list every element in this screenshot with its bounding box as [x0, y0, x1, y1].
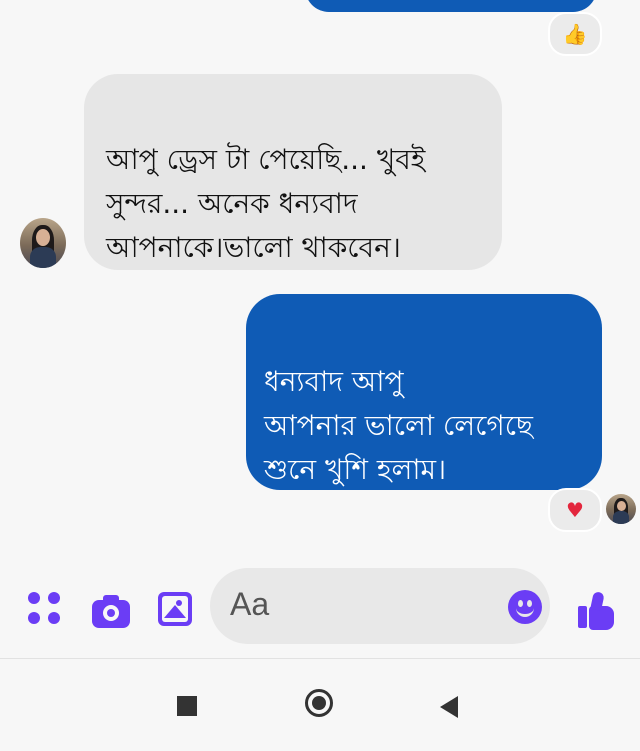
- gallery-icon[interactable]: [158, 592, 192, 626]
- apps-icon[interactable]: [28, 592, 62, 626]
- contact-avatar[interactable]: [20, 218, 66, 268]
- seen-avatar: [606, 494, 636, 524]
- heart-reaction-badge[interactable]: ♥: [548, 488, 602, 532]
- system-nav-bar: [0, 658, 640, 751]
- emoji-icon[interactable]: [508, 590, 542, 624]
- like-reaction-badge[interactable]: 👍: [548, 12, 602, 56]
- incoming-message-text: আপু ড্রেস টা পেয়েছি... খুবই সুন্দর... অ…: [106, 143, 426, 264]
- recents-button[interactable]: [177, 696, 197, 716]
- message-input[interactable]: Aa: [210, 568, 550, 644]
- back-button[interactable]: [440, 696, 458, 718]
- camera-icon[interactable]: [92, 592, 130, 628]
- message-input-placeholder: Aa: [230, 586, 270, 622]
- home-button[interactable]: [305, 689, 333, 717]
- previous-outgoing-bubble[interactable]: [305, 0, 597, 12]
- message-thread: 👍 আপু ড্রেস টা পেয়েছি... খুবই সুন্দর...…: [0, 0, 640, 560]
- outgoing-message-bubble[interactable]: ধন্যবাদ আপু আপনার ভালো লেগেছে শুনে খুশি …: [246, 294, 602, 490]
- like-reaction-icon: 👍: [562, 22, 588, 46]
- like-icon[interactable]: [578, 590, 616, 630]
- incoming-message-bubble[interactable]: আপু ড্রেস টা পেয়েছি... খুবই সুন্দর... অ…: [84, 74, 502, 270]
- outgoing-message-text: ধন্যবাদ আপু আপনার ভালো লেগেছে শুনে খুশি …: [264, 365, 533, 486]
- heart-reaction-icon: ♥: [566, 498, 584, 522]
